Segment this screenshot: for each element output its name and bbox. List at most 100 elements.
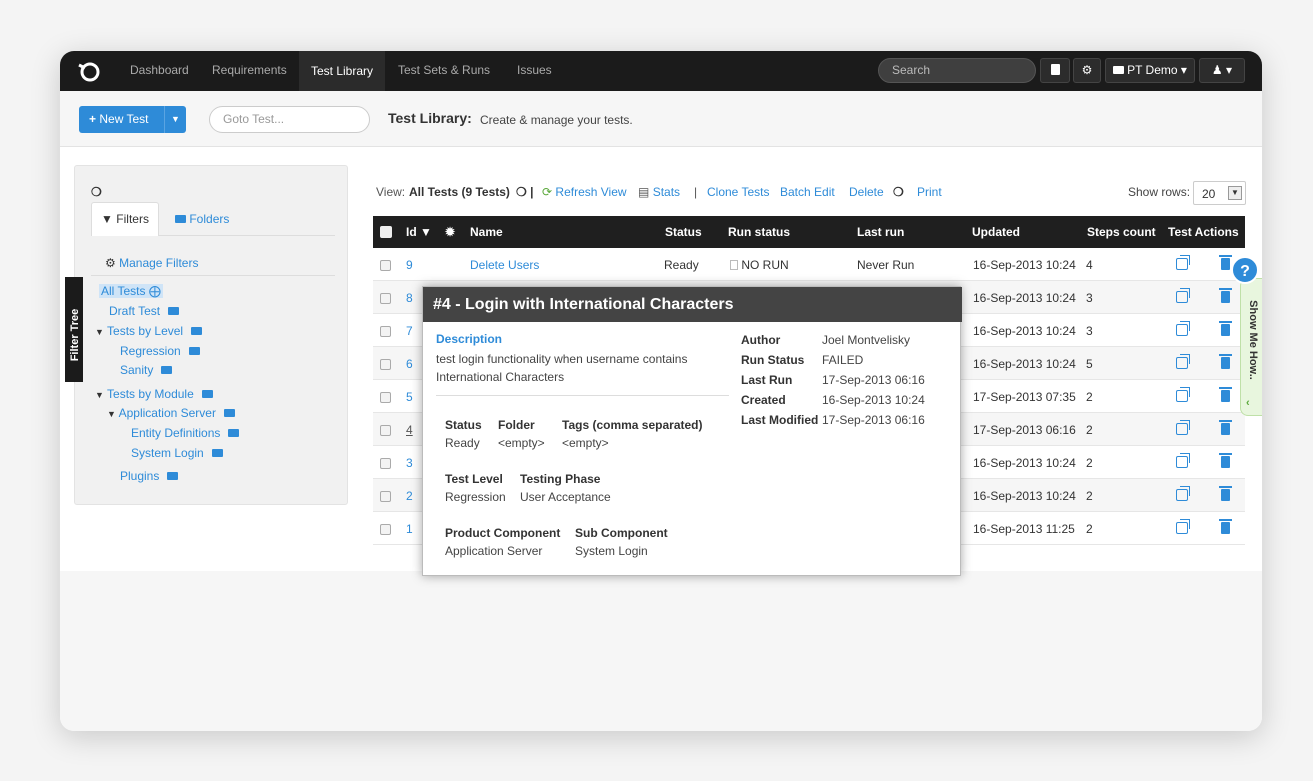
tree-item-regression[interactable]: Regression [120, 344, 200, 358]
new-test-dropdown[interactable]: ▼ [164, 106, 186, 133]
nav-test-library[interactable]: Test Library [299, 51, 386, 91]
trash-icon[interactable] [1219, 420, 1232, 435]
book-button[interactable] [1040, 58, 1070, 83]
trash-icon[interactable] [1219, 486, 1232, 501]
table-row[interactable]: 9 Delete Users Ready NO RUN Never Run 16… [373, 248, 1245, 281]
copy-icon[interactable] [1176, 453, 1190, 468]
row-checkbox[interactable] [380, 392, 391, 403]
row-checkbox[interactable] [380, 491, 391, 502]
copy-icon[interactable] [1176, 420, 1190, 435]
copy-icon[interactable] [1176, 255, 1190, 270]
nav-requirements[interactable]: Requirements [212, 63, 287, 77]
search-input[interactable]: Search [878, 58, 1036, 83]
copy-icon[interactable] [1176, 519, 1190, 534]
nav-test-sets-runs[interactable]: Test Sets & Runs [398, 63, 490, 77]
batch-edit-link[interactable]: Batch Edit [780, 185, 835, 199]
row-checkbox[interactable] [380, 524, 391, 535]
nav-dashboard[interactable]: Dashboard [130, 63, 189, 77]
row-steps: 2 [1086, 456, 1093, 470]
tree-item-tests-by-module[interactable]: ▼ Tests by Module [95, 387, 213, 401]
tree-item-sanity[interactable]: Sanity [120, 363, 173, 377]
col-id[interactable]: Id ▼ [406, 225, 432, 239]
filter-tree-toggle[interactable]: Filter Tree [65, 277, 83, 382]
select-all-checkbox[interactable] [380, 226, 392, 238]
tree-item-entity-definitions[interactable]: Entity Definitions [131, 426, 240, 440]
row-checkbox[interactable] [380, 326, 391, 337]
nav-issues[interactable]: Issues [517, 63, 552, 77]
info-icon[interactable]: ❍ | [516, 185, 533, 199]
tree-item-all-tests[interactable]: All Tests ⨁ [99, 284, 163, 298]
tree-item-system-login[interactable]: System Login [131, 446, 223, 460]
chevron-down-icon: ▾ [1180, 63, 1187, 77]
col-run-status[interactable]: Run status [728, 225, 790, 239]
info-icon[interactable]: ❍ [91, 185, 102, 199]
page-subtitle: Create & manage your tests. [480, 113, 633, 127]
row-id[interactable]: 8 [406, 291, 413, 305]
col-status[interactable]: Status [665, 225, 702, 239]
new-test-button[interactable]: + New Test ▼ [79, 106, 186, 133]
trash-icon[interactable] [1219, 519, 1232, 534]
copy-icon[interactable] [1176, 486, 1190, 501]
row-checkbox[interactable] [380, 425, 391, 436]
caret-down-icon[interactable]: ▼ [95, 390, 104, 400]
copy-icon[interactable] [1176, 321, 1190, 336]
clone-tests-link[interactable]: Clone Tests [707, 185, 769, 199]
row-id[interactable]: 3 [406, 456, 413, 470]
tree-item-plugins[interactable]: Plugins [120, 469, 179, 483]
copy-icon[interactable] [1176, 387, 1190, 402]
row-id[interactable]: 4 [406, 423, 413, 437]
caret-down-icon[interactable]: ▼ [95, 327, 104, 337]
print-link[interactable]: Print [917, 185, 942, 199]
tree-item-application-server[interactable]: ▼ Application Server [107, 406, 235, 420]
copy-icon[interactable] [1176, 354, 1190, 369]
show-me-how-tab[interactable]: Show Me How.. ‹ [1240, 278, 1262, 416]
tab-folders[interactable]: Folders [175, 212, 229, 226]
project-menu[interactable]: PT Demo ▾ [1105, 58, 1195, 83]
trash-icon[interactable] [1219, 453, 1232, 468]
col-name[interactable]: Name [470, 225, 503, 239]
row-id[interactable]: 2 [406, 489, 413, 503]
settings-button[interactable]: ⚙ [1073, 58, 1101, 83]
tree-item-tests-by-level[interactable]: ▼ Tests by Level [95, 324, 203, 338]
logo-icon[interactable] [76, 59, 104, 83]
add-circle-icon[interactable]: ⨁ [149, 284, 161, 298]
row-id[interactable]: 7 [406, 324, 413, 338]
tree-item-draft-test[interactable]: Draft Test [109, 304, 180, 318]
tab-filters[interactable]: ▼ Filters [91, 202, 159, 236]
row-checkbox[interactable] [380, 458, 391, 469]
col-updated[interactable]: Updated [972, 225, 1020, 239]
manage-filters-link[interactable]: ⚙ Manage Filters [105, 256, 198, 270]
stats-link[interactable]: ▤ Stats [638, 185, 680, 199]
row-checkbox[interactable] [380, 359, 391, 370]
info-icon[interactable]: ❍ [893, 185, 904, 199]
col-steps-count[interactable]: Steps count [1087, 225, 1156, 239]
trash-icon[interactable] [1219, 354, 1232, 369]
trash-icon[interactable] [1219, 255, 1232, 270]
row-name[interactable]: Delete Users [470, 258, 539, 272]
row-checkbox[interactable] [380, 260, 391, 271]
row-updated: 17-Sep-2013 07:35 [973, 390, 1076, 404]
row-id[interactable]: 9 [406, 258, 413, 272]
author-value: Joel Montvelisky [822, 333, 911, 347]
row-id[interactable]: 1 [406, 522, 413, 536]
sort-desc-icon[interactable]: ▼ [420, 225, 432, 239]
row-id[interactable]: 6 [406, 357, 413, 371]
col-last-run[interactable]: Last run [857, 225, 904, 239]
goto-test-input[interactable]: Goto Test... [209, 106, 370, 133]
help-icon[interactable]: ? [1231, 256, 1259, 284]
show-rows-select[interactable]: 20 ▼ [1193, 181, 1246, 205]
component-value: Application Server [445, 544, 543, 558]
trash-icon[interactable] [1219, 387, 1232, 402]
description-label: Description [436, 332, 503, 346]
trash-icon[interactable] [1219, 288, 1232, 303]
row-id[interactable]: 5 [406, 390, 413, 404]
user-menu[interactable]: ♟ ▾ [1199, 58, 1245, 83]
copy-icon[interactable] [1176, 288, 1190, 303]
chevron-left-icon: ‹ [1246, 397, 1250, 409]
trash-icon[interactable] [1219, 321, 1232, 336]
list-icon [168, 307, 180, 315]
refresh-view-link[interactable]: ⟳ Refresh View [542, 185, 627, 199]
row-checkbox[interactable] [380, 293, 391, 304]
caret-down-icon[interactable]: ▼ [107, 409, 116, 419]
delete-link[interactable]: Delete [849, 185, 884, 199]
